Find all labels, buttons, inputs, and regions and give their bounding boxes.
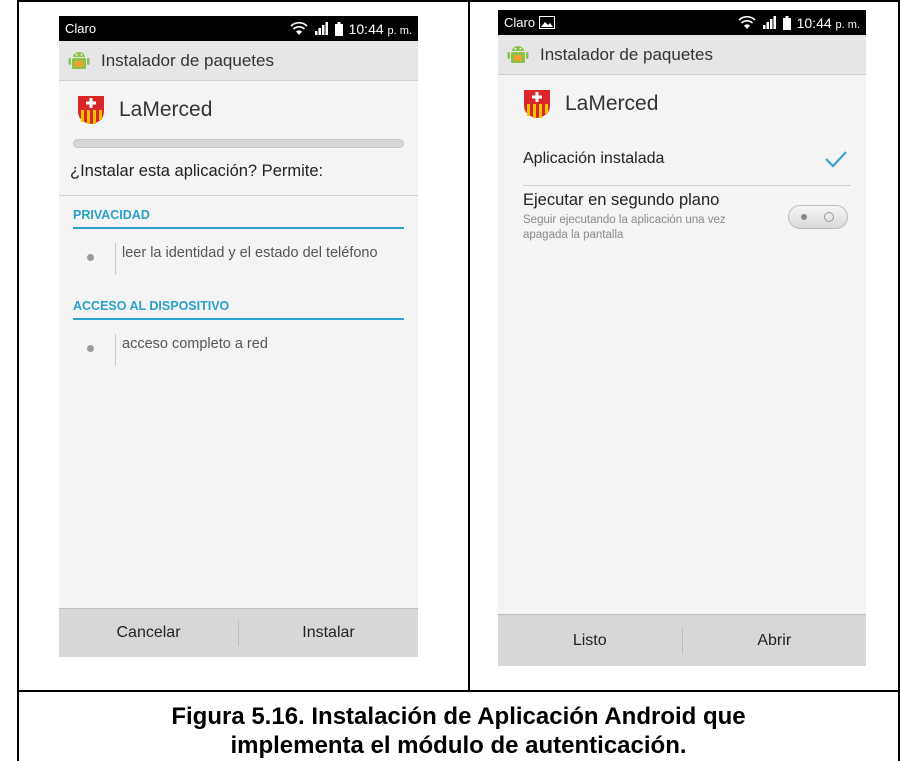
app-name: LaMerced — [565, 92, 659, 115]
android-package-icon — [507, 45, 529, 63]
table-border-middle — [468, 0, 470, 692]
open-button[interactable]: Abrir — [683, 632, 867, 650]
divider — [523, 185, 851, 186]
button-bar: Cancelar Instalar — [59, 608, 418, 657]
action-bar: Instalador de paquetes — [59, 41, 418, 81]
action-bar-title: Instalador de paquetes — [540, 44, 713, 64]
clock: 10:44 — [796, 14, 832, 31]
installed-status-row: Aplicación instalada — [523, 139, 848, 179]
screenshot-notification-icon — [539, 16, 556, 29]
install-prompt-screen: Claro 10:44 p. m. Instalador de paquetes… — [59, 16, 418, 657]
wifi-icon — [290, 21, 308, 35]
permission-item: acceso completo a red — [59, 320, 418, 368]
android-package-icon — [68, 51, 90, 69]
permission-text: leer la identidad y el estado del teléfo… — [122, 245, 378, 261]
clock-ampm: p. m. — [387, 24, 412, 37]
install-question: ¿Instalar esta aplicación? Permite: — [70, 162, 324, 180]
carrier-label: Claro — [65, 21, 97, 36]
status-bar: Claro 10:44 p. m. — [498, 10, 866, 35]
toggle-on-marker — [801, 214, 807, 220]
clock-ampm: p. m. — [835, 18, 860, 31]
install-button[interactable]: Instalar — [239, 624, 418, 642]
clock: 10:44 — [348, 20, 384, 37]
section-heading-privacy: PRIVACIDAD — [73, 196, 404, 229]
app-name: LaMerced — [119, 98, 213, 121]
button-bar: Listo Abrir — [498, 614, 866, 666]
bullet-icon — [87, 345, 94, 352]
background-run-toggle[interactable] — [788, 205, 848, 229]
table-border-caption — [17, 690, 900, 692]
permission-separator — [115, 334, 116, 366]
lamerced-shield-icon — [78, 96, 104, 124]
wifi-icon — [738, 15, 756, 29]
toggle-off-marker — [824, 212, 834, 222]
battery-icon — [334, 21, 343, 36]
bullet-icon — [87, 254, 94, 261]
caption-line-2: implementa el módulo de autenticación. — [230, 732, 687, 759]
background-run-subtitle: Seguir ejecutando la aplicación una vez … — [523, 214, 726, 241]
permission-item: leer la identidad y el estado del teléfo… — [59, 229, 418, 277]
background-run-option[interactable]: Ejecutar en segundo plano Seguir ejecuta… — [523, 191, 848, 243]
permission-separator — [115, 243, 116, 275]
app-header: LaMerced — [498, 89, 866, 119]
installed-label: Aplicación instalada — [523, 150, 665, 167]
app-header: LaMerced — [59, 95, 418, 125]
done-button[interactable]: Listo — [498, 632, 682, 650]
install-complete-screen: Claro 10:44 p. m. Instalador de paquetes… — [498, 10, 866, 666]
install-progress-bar — [73, 139, 404, 148]
signal-icon — [314, 22, 328, 35]
action-bar-title: Instalador de paquetes — [101, 50, 274, 70]
signal-icon — [762, 16, 776, 29]
check-icon — [825, 151, 847, 168]
battery-icon — [782, 15, 791, 30]
status-bar: Claro 10:44 p. m. — [59, 16, 418, 41]
carrier-label: Claro — [504, 15, 536, 30]
section-heading-device-access: ACCESO AL DISPOSITIVO — [73, 287, 404, 320]
cancel-button[interactable]: Cancelar — [59, 624, 238, 642]
background-run-title: Ejecutar en segundo plano — [523, 191, 720, 209]
action-bar: Instalador de paquetes — [498, 35, 866, 75]
permission-text: acceso completo a red — [122, 336, 268, 352]
figure-caption: Figura 5.16. Instalación de Aplicación A… — [19, 702, 898, 760]
lamerced-shield-icon — [524, 90, 550, 118]
caption-line-1: Figura 5.16. Instalación de Aplicación A… — [171, 703, 746, 730]
